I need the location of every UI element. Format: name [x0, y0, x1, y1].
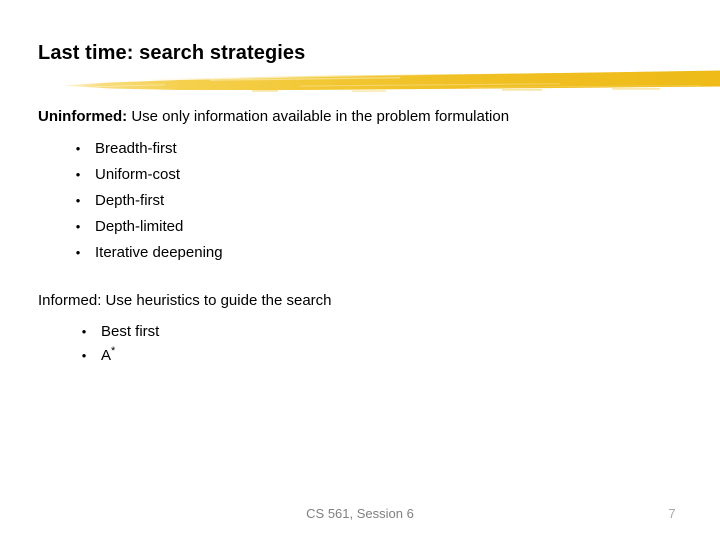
list-item-label: Depth-first — [95, 192, 165, 209]
bullet-icon: • — [75, 245, 81, 260]
list-item: • Depth-first — [73, 188, 223, 214]
bullet-icon: • — [75, 141, 81, 156]
informed-label: Informed: — [38, 292, 102, 309]
uninformed-strategy-list: • Breadth-first • Uniform-cost • Depth-f… — [73, 136, 223, 266]
list-item: • Uniform-cost — [73, 162, 223, 188]
informed-heading: Informed: Use heuristics to guide the se… — [38, 292, 332, 309]
uninformed-label: Uninformed: — [38, 108, 128, 125]
bullet-icon: • — [81, 324, 87, 339]
uninformed-description: Use only information available in the pr… — [127, 108, 510, 125]
list-item: • Iterative deepening — [73, 240, 223, 266]
bullet-icon: • — [75, 167, 81, 182]
title-underline-brushstroke — [62, 70, 720, 92]
list-item: • Depth-limited — [73, 214, 223, 240]
list-item-label: Breadth-first — [95, 140, 177, 157]
informed-description: Use heuristics to guide the search — [101, 292, 332, 309]
list-item-label: Depth-limited — [95, 218, 184, 235]
footer-text: CS 561, Session 6 — [306, 506, 414, 521]
page-title: Last time: search strategies — [38, 42, 306, 64]
list-item-label-base: A — [101, 347, 112, 364]
list-item: • A* — [79, 344, 159, 368]
slide: Last time: search strategies Uninformed:… — [0, 0, 720, 540]
list-item-label-superscript: * — [111, 345, 116, 357]
uninformed-heading: Uninformed: Use only information availab… — [38, 108, 509, 125]
list-item: • Best first — [79, 320, 160, 344]
bullet-icon: • — [75, 193, 81, 208]
informed-strategy-list: • Best first • A* — [79, 320, 160, 368]
list-item-label: Uniform-cost — [95, 166, 181, 183]
list-item-label: Iterative deepening — [95, 244, 223, 261]
list-item: • Breadth-first — [73, 136, 223, 162]
page-number: 7 — [668, 506, 676, 521]
bullet-icon: • — [81, 348, 87, 363]
bullet-icon: • — [75, 219, 81, 234]
list-item-label: Best first — [101, 323, 160, 340]
